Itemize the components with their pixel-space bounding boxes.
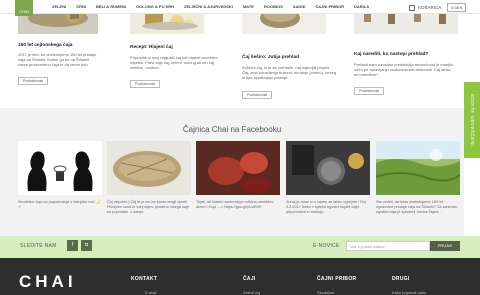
menu-item-zeliscni[interactable]: ZELIŠČNI & AJURVEDSKI [184, 4, 233, 9]
cart-label: KOŠARICA [418, 5, 442, 10]
menu-item-zeleni[interactable]: ZELENI [52, 4, 66, 9]
menu-item-sadni[interactable]: SADNI [293, 4, 305, 9]
menu-item-beli-rumeni[interactable]: BELI & RUMENI [96, 4, 126, 9]
footer-link-email[interactable]: E-mail [145, 290, 156, 295]
footer-link-skodelice[interactable]: Skodelice [317, 290, 334, 295]
footer-link-zeleni-caj[interactable]: Zeleni čaj [243, 290, 260, 295]
facebook-post-image-1[interactable] [18, 141, 102, 195]
facebook-post-text-1: Skodelice čaja za popotovanje v dalnjsko… [18, 200, 101, 209]
cart-total: 0,00 € [447, 3, 467, 12]
menu-item-mate[interactable]: MATE [243, 4, 254, 9]
facebook-post-text-2: Čaj vključen | Čaj ki je mu be bosto mog… [107, 200, 190, 214]
shopping-bag-icon [409, 4, 415, 11]
facebook-post-image-4[interactable] [286, 141, 370, 195]
post-more-button-1[interactable]: Podrobnosti [18, 77, 49, 85]
newsletter-side-tab[interactable]: BODITE OBVEŠČENI [464, 82, 480, 158]
cart[interactable]: KOŠARICA 0,00 € [409, 3, 467, 12]
newsletter-email-input[interactable]: Vaš e-poštni naslov [346, 241, 430, 251]
post-title-2[interactable]: Recept: Hlajeni čaj [130, 45, 173, 50]
facebook-post-text-5: Ste vedeli, da letos obeležujemo 150 let… [376, 200, 458, 214]
facebook-post-text-3: Topel, ali hladen sedni čaj je odlična o… [196, 200, 274, 209]
newsletter-submit-button[interactable]: PRIJAVI [430, 241, 460, 251]
menu-item-crni[interactable]: ČRNI [76, 4, 86, 9]
footer-heading-caji: ČAJI [243, 276, 256, 282]
facebook-post-image-3[interactable] [196, 141, 280, 195]
instagram-icon[interactable]: ◘ [81, 240, 92, 251]
follow-us-label: SLEDITE NAM [20, 243, 57, 249]
post-more-button-4[interactable]: Podrobnosti [354, 87, 385, 95]
post-more-button-2[interactable]: Podrobnosti [130, 80, 161, 88]
post-excerpt-1: 2017 je leto, ko obeležujemo 150 let pro… [18, 52, 97, 68]
menu-item-oolong[interactable]: OOLONG & PU ERH [136, 4, 174, 9]
post-title-3[interactable]: Čaj šeširo: Jutija prehlad [242, 55, 299, 60]
menu-item-cajni-pribor[interactable]: ČAJNI PRIBOR [315, 4, 344, 9]
post-title-1[interactable]: 150 let cejlonskega čaja [18, 43, 72, 48]
newsletter-label: E-NOVICE [313, 243, 340, 249]
footer-heading-drugi: DRUGI [392, 276, 410, 282]
facebook-post-image-2[interactable] [107, 141, 191, 195]
footer-heading-kontakt: KONTAKT [131, 276, 158, 282]
post-title-4[interactable]: Kaj narediti, ko nastopi prehlad? [354, 52, 428, 57]
footer-heading-cajni-pribor: ČAJNI PRIBOR [317, 276, 357, 282]
menu-item-rooibos[interactable]: ROOIBOS [264, 4, 283, 9]
chai-logo[interactable]: CHAI [15, 0, 33, 16]
menu-item-darila[interactable]: DARILA [354, 4, 369, 9]
post-more-button-3[interactable]: Podrobnosti [242, 91, 273, 99]
top-nav: CHAI ZELENI ČRNI BELI & RUMENI OOLONG & … [0, 0, 480, 16]
post-excerpt-4: Prehlad nam navadno predstavlja nevšečno… [354, 62, 454, 78]
post-excerpt-2: Pripravite si svoj najljubši čaj kot hla… [130, 55, 218, 71]
facebook-section-title: Čajnica Chai na Facebooku [182, 125, 282, 134]
post-excerpt-3: Zeliščni čaj, ki je za prehlade, naj naj… [242, 65, 337, 81]
main-menu: ZELENI ČRNI BELI & RUMENI OOLONG & PU ER… [52, 4, 379, 9]
footer-logo[interactable]: CHAI [19, 272, 77, 292]
facebook-icon[interactable]: f [67, 240, 78, 251]
facebook-post-image-5[interactable] [376, 141, 460, 195]
facebook-post-text-4: Zunaj je mraz in s čajem ze lahko ogreje… [286, 200, 366, 214]
footer-link-kako-pripravit[interactable]: Kako pripravit naku [392, 290, 426, 295]
